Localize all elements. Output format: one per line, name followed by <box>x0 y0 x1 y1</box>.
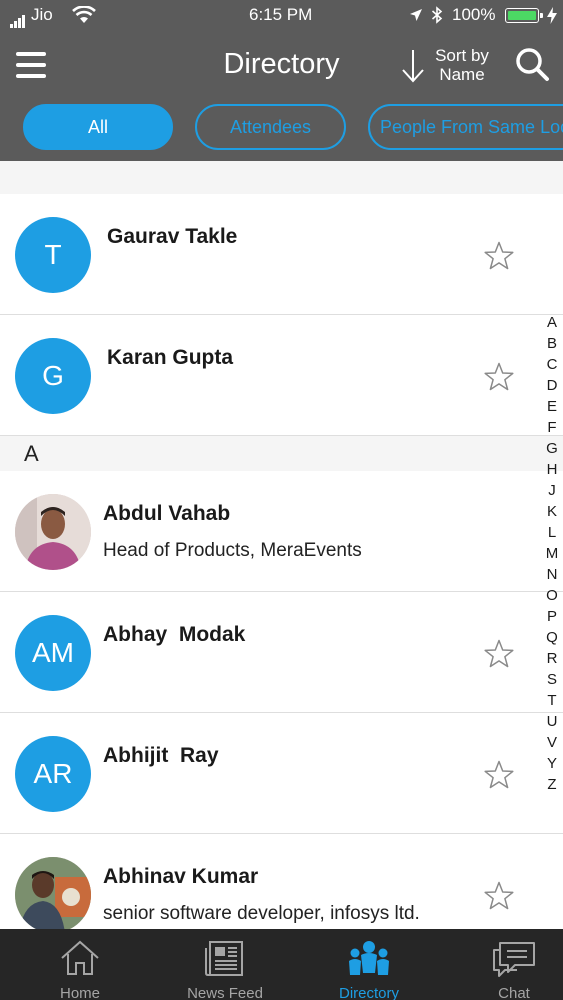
favorite-star-icon[interactable] <box>483 880 515 912</box>
bottom-tab-bar: Home News Feed Directory Chat <box>0 929 563 1000</box>
alphabet-index-letter[interactable]: Y <box>540 753 563 774</box>
tab-directory[interactable]: Directory <box>320 929 418 1000</box>
alphabet-index-letter[interactable]: E <box>540 396 563 417</box>
favorite-star-icon[interactable] <box>483 759 515 791</box>
contact-name: Abhay Modak <box>103 623 246 646</box>
favorite-star-icon[interactable] <box>483 361 515 393</box>
sort-label: Sort by Name <box>435 46 489 84</box>
alphabet-index-letter[interactable]: A <box>540 312 563 333</box>
tab-label: News Feed <box>187 985 263 1000</box>
contact-row[interactable]: T Gaurav Takle <box>0 194 563 315</box>
tab-label: Home <box>59 985 100 1000</box>
alphabet-index-letter[interactable]: H <box>540 459 563 480</box>
filter-attendees[interactable]: Attendees <box>195 104 346 150</box>
contact-name: Abdul Vahab <box>103 502 231 525</box>
alphabet-index-letter[interactable]: G <box>540 438 563 459</box>
avatar <box>15 857 91 929</box>
alphabet-index-letter[interactable]: J <box>540 480 563 501</box>
battery-percent: 100% <box>452 5 496 24</box>
home-icon <box>61 940 99 975</box>
tab-label: Chat <box>498 985 530 1000</box>
avatar: AM <box>15 615 91 691</box>
tab-news-feed[interactable]: News Feed <box>170 929 280 1000</box>
alphabet-index-letter[interactable]: B <box>540 333 563 354</box>
contact-name: Karan Gupta <box>107 346 234 369</box>
alphabet-index-letter[interactable]: M <box>540 543 563 564</box>
battery-icon <box>505 8 543 23</box>
avatar: G <box>15 338 91 414</box>
clock: 6:15 PM <box>249 5 313 24</box>
contact-row[interactable]: Abhinav Kumar senior software developer,… <box>0 834 563 929</box>
contact-name: Abhinav Kumar <box>103 865 259 888</box>
filter-all[interactable]: All <box>23 104 173 150</box>
sort-arrow-icon <box>402 50 424 83</box>
directory-list: T Gaurav Takle G Karan Gupta A Abdul Vah… <box>0 161 563 929</box>
wifi-icon <box>72 6 96 23</box>
alphabet-index-letter[interactable]: K <box>540 501 563 522</box>
alphabet-index-letter[interactable]: O <box>540 585 563 606</box>
alphabet-index-letter[interactable]: L <box>540 522 563 543</box>
alphabet-index-letter[interactable]: Q <box>540 627 563 648</box>
news-feed-icon <box>205 941 243 976</box>
tab-label: Directory <box>338 985 399 1000</box>
contact-name: Gaurav Takle <box>107 225 238 248</box>
alphabet-index-letter[interactable]: U <box>540 711 563 732</box>
contact-title: Head of Products, MeraEvents <box>103 540 362 561</box>
sort-button[interactable]: Sort by Name <box>400 46 500 86</box>
profile-photo <box>15 857 91 929</box>
list-top-spacer <box>0 161 563 194</box>
tab-chat[interactable]: Chat <box>470 929 558 1000</box>
status-bar: Jio 6:15 PM 100% <box>0 0 563 32</box>
tab-home[interactable]: Home <box>30 929 130 1000</box>
chat-icon <box>493 942 535 977</box>
profile-photo <box>15 494 91 570</box>
contact-name: Abhijit Ray <box>103 744 219 767</box>
alphabet-index-letter[interactable]: D <box>540 375 563 396</box>
alphabet-index-letter[interactable]: N <box>540 564 563 585</box>
bluetooth-icon <box>431 6 443 24</box>
contact-title: senior software developer, infosys ltd. <box>103 903 420 924</box>
signal-icon <box>10 10 26 28</box>
directory-icon <box>349 941 389 975</box>
favorite-star-icon[interactable] <box>483 638 515 670</box>
filter-same-location[interactable]: People From Same Loc <box>368 104 563 150</box>
charging-icon <box>547 7 557 24</box>
filter-tabs: All Attendees People From Same Loc <box>0 104 563 152</box>
alphabet-index-letter[interactable]: P <box>540 606 563 627</box>
alphabet-index-letter[interactable]: T <box>540 690 563 711</box>
avatar <box>15 494 91 570</box>
alphabet-index-letter[interactable]: V <box>540 732 563 753</box>
nav-bar: Directory Sort by Name <box>0 32 563 98</box>
carrier-label: Jio <box>31 5 53 24</box>
favorite-star-icon[interactable] <box>483 240 515 272</box>
alphabet-index-letter[interactable]: C <box>540 354 563 375</box>
contact-row[interactable]: AM Abhay Modak <box>0 592 563 713</box>
section-header: A <box>0 436 563 471</box>
alphabet-index-letter[interactable]: R <box>540 648 563 669</box>
alphabet-index-letter[interactable]: Z <box>540 774 563 795</box>
alphabet-index-letter[interactable]: S <box>540 669 563 690</box>
alphabet-index[interactable]: ABCDEFGHJKLMNOPQRSTUVYZ <box>540 312 563 795</box>
contact-row[interactable]: Abdul Vahab Head of Products, MeraEvents <box>0 471 563 592</box>
contact-row[interactable]: AR Abhijit Ray <box>0 713 563 834</box>
search-icon[interactable] <box>514 46 550 82</box>
alphabet-index-letter[interactable]: F <box>540 417 563 438</box>
avatar: AR <box>15 736 91 812</box>
contact-row[interactable]: G Karan Gupta <box>0 315 563 436</box>
avatar: T <box>15 217 91 293</box>
location-arrow-icon <box>410 9 422 21</box>
app-header: Jio 6:15 PM 100% Directory Sort by Name … <box>0 0 563 161</box>
section-letter: A <box>24 441 39 466</box>
